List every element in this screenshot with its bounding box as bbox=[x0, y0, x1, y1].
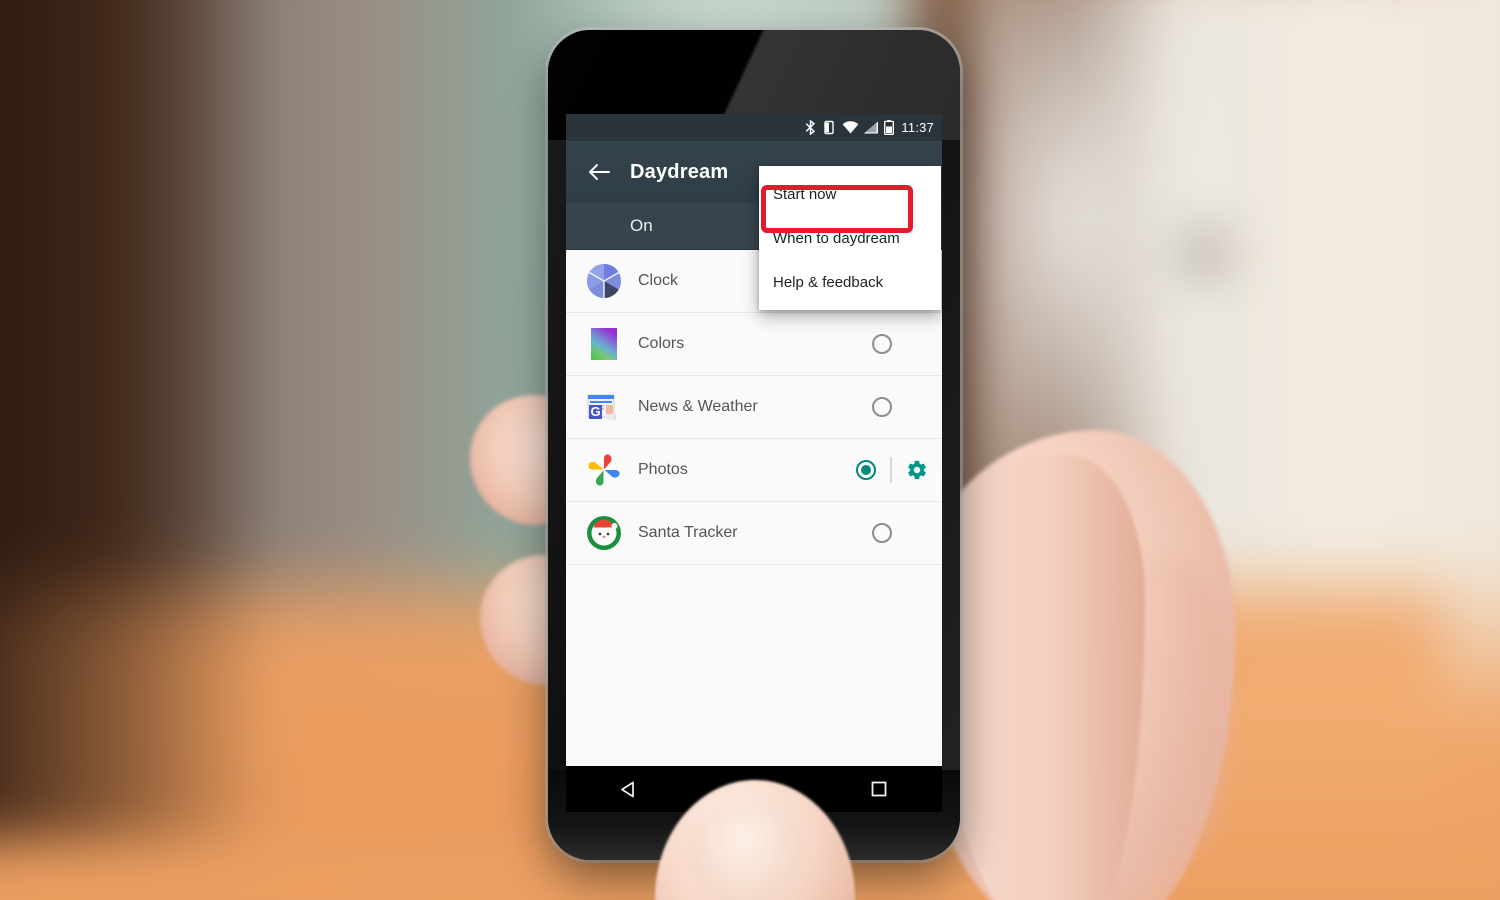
table-row[interactable]: G News & Weather bbox=[566, 376, 942, 439]
row-controls bbox=[872, 334, 942, 354]
signal-icon bbox=[864, 121, 879, 134]
divider bbox=[890, 457, 892, 483]
status-bar-clock: 11:37 bbox=[901, 120, 934, 135]
hand-knuckles bbox=[1100, 560, 1230, 860]
daydream-state-label: On bbox=[630, 216, 653, 235]
annotation-highlight-box bbox=[761, 185, 913, 233]
vibrate-icon bbox=[821, 120, 837, 135]
radio-button[interactable] bbox=[872, 397, 892, 417]
nav-back-icon[interactable] bbox=[594, 766, 664, 812]
background-wall-spot bbox=[1185, 230, 1225, 278]
back-arrow-icon[interactable] bbox=[578, 163, 620, 181]
svg-text:G: G bbox=[590, 404, 600, 419]
menu-item-help-feedback[interactable]: Help & feedback bbox=[759, 260, 941, 304]
news-app-icon: G bbox=[582, 385, 626, 429]
radio-button[interactable] bbox=[856, 460, 876, 480]
santa-app-icon bbox=[582, 511, 626, 555]
status-bar: 11:37 bbox=[566, 114, 942, 141]
background-dark-left bbox=[0, 0, 270, 840]
table-row[interactable]: Photos bbox=[566, 439, 942, 502]
row-label: Colors bbox=[638, 335, 685, 352]
menu-item-label: Help & feedback bbox=[773, 273, 884, 291]
page-title: Daydream bbox=[630, 160, 729, 183]
table-row[interactable]: Santa Tracker bbox=[566, 502, 942, 565]
table-row[interactable]: Colors bbox=[566, 313, 942, 376]
row-label: Photos bbox=[638, 461, 688, 478]
radio-button[interactable] bbox=[872, 523, 892, 543]
wifi-icon bbox=[842, 121, 859, 134]
hand-thumb-nail bbox=[690, 800, 808, 900]
battery-icon bbox=[884, 120, 895, 135]
row-label: Santa Tracker bbox=[638, 524, 738, 541]
row-controls bbox=[856, 457, 942, 483]
row-controls bbox=[872, 523, 942, 543]
row-label: News & Weather bbox=[638, 398, 758, 415]
photos-app-icon bbox=[582, 448, 626, 492]
bluetooth-icon bbox=[805, 120, 816, 135]
gear-icon[interactable] bbox=[906, 459, 928, 481]
phone-device: 11:37 Daydream On Clock Colors G News & … bbox=[548, 30, 960, 860]
row-controls bbox=[872, 397, 942, 417]
radio-button[interactable] bbox=[872, 334, 892, 354]
nav-recents-icon[interactable] bbox=[844, 766, 914, 812]
clock-app-icon bbox=[582, 259, 626, 303]
colors-app-icon bbox=[582, 322, 626, 366]
